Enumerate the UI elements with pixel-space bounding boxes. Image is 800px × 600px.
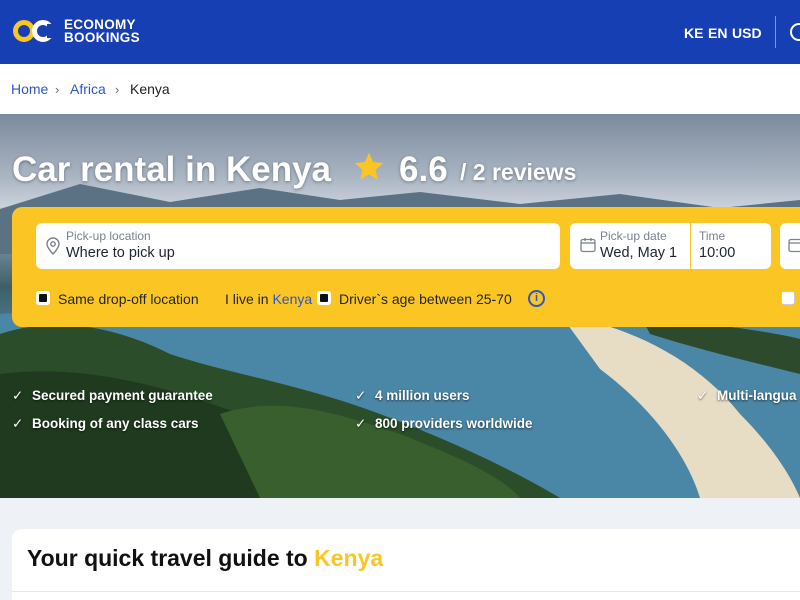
extra-option-checkbox[interactable] xyxy=(781,291,795,305)
check-icon: ✓ xyxy=(12,416,24,431)
guide-title-place: Kenya xyxy=(314,545,384,571)
feature-label: Secured payment guarantee xyxy=(32,388,213,403)
breadcrumb-kenya: Kenya xyxy=(130,81,170,97)
breadcrumb-africa[interactable]: Africa xyxy=(70,81,106,97)
live-in-prefix: I live in xyxy=(225,291,269,307)
rating-score: 6.6 xyxy=(399,150,448,189)
chevron-right-icon: › xyxy=(55,82,60,97)
chevron-right-icon: › xyxy=(115,82,120,97)
check-icon: ✓ xyxy=(355,416,367,431)
check-icon: ✓ xyxy=(12,388,24,403)
pickup-location-placeholder: Where to pick up xyxy=(66,245,175,261)
travel-guide-title: Your quick travel guide to Kenya xyxy=(27,545,383,572)
guide-title-prefix: Your quick travel guide to xyxy=(27,545,308,571)
feature-label: Multi-langua xyxy=(717,388,797,403)
pickup-time-label: Time xyxy=(699,229,726,243)
site-logo[interactable]: ECONOMY BOOKINGS xyxy=(12,18,140,44)
country-selector[interactable]: KE xyxy=(684,25,703,41)
logo-wordmark: ECONOMY BOOKINGS xyxy=(64,18,140,45)
page-title: Car rental in Kenya xyxy=(12,150,331,189)
feature-label: 4 million users xyxy=(375,388,470,403)
pickup-date-value: Wed, May 1 xyxy=(600,245,678,261)
feature-item: ✓ Booking of any class cars xyxy=(12,416,199,432)
pickup-location-field[interactable]: Pick-up location Where to pick up xyxy=(36,223,560,269)
currency-selector[interactable]: USD xyxy=(732,25,762,41)
pickup-date-label: Pick-up date xyxy=(600,229,667,243)
residence-country-link[interactable]: Kenya xyxy=(272,291,312,307)
pickup-time-value: 10:00 xyxy=(699,245,736,261)
infinity-logo-icon xyxy=(13,20,56,42)
info-icon[interactable]: i xyxy=(528,290,545,307)
language-selector[interactable]: EN xyxy=(708,25,727,41)
dropoff-date-field[interactable] xyxy=(780,223,800,269)
breadcrumb xyxy=(0,64,800,114)
feature-item: ✓ Secured payment guarantee xyxy=(12,388,213,404)
pickup-time-field[interactable]: Time 10:00 xyxy=(691,223,771,269)
breadcrumb-home[interactable]: Home xyxy=(11,81,48,97)
logo-line-2: BOOKINGS xyxy=(64,30,140,45)
star-icon xyxy=(354,152,384,180)
feature-item: ✓ 4 million users xyxy=(355,388,470,404)
feature-item: ✓ 800 providers worldwide xyxy=(355,416,533,432)
calendar-icon xyxy=(788,238,800,253)
check-icon: ✓ xyxy=(697,388,709,403)
feature-label: 800 providers worldwide xyxy=(375,416,533,431)
top-header: ECONOMY BOOKINGS KE EN USD xyxy=(0,0,800,64)
user-icon[interactable] xyxy=(790,23,800,41)
feature-item: ✓ Multi-langua xyxy=(697,388,797,404)
header-divider xyxy=(775,16,776,48)
live-in-label: I live in Kenya xyxy=(225,291,312,307)
calendar-icon xyxy=(580,238,596,253)
pickup-date-field[interactable]: Pick-up date Wed, May 1 xyxy=(570,223,690,269)
divider xyxy=(12,591,800,592)
pickup-location-label: Pick-up location xyxy=(66,229,151,243)
location-pin-icon xyxy=(46,237,60,255)
reviews-count[interactable]: / 2 reviews xyxy=(460,159,576,186)
same-dropoff-label[interactable]: Same drop-off location xyxy=(58,291,199,307)
drivers-age-label[interactable]: Driver`s age between 25-70 xyxy=(339,291,512,307)
drivers-age-checkbox[interactable] xyxy=(317,291,331,305)
check-icon: ✓ xyxy=(355,388,367,403)
same-dropoff-checkbox[interactable] xyxy=(36,291,50,305)
feature-label: Booking of any class cars xyxy=(32,416,199,431)
